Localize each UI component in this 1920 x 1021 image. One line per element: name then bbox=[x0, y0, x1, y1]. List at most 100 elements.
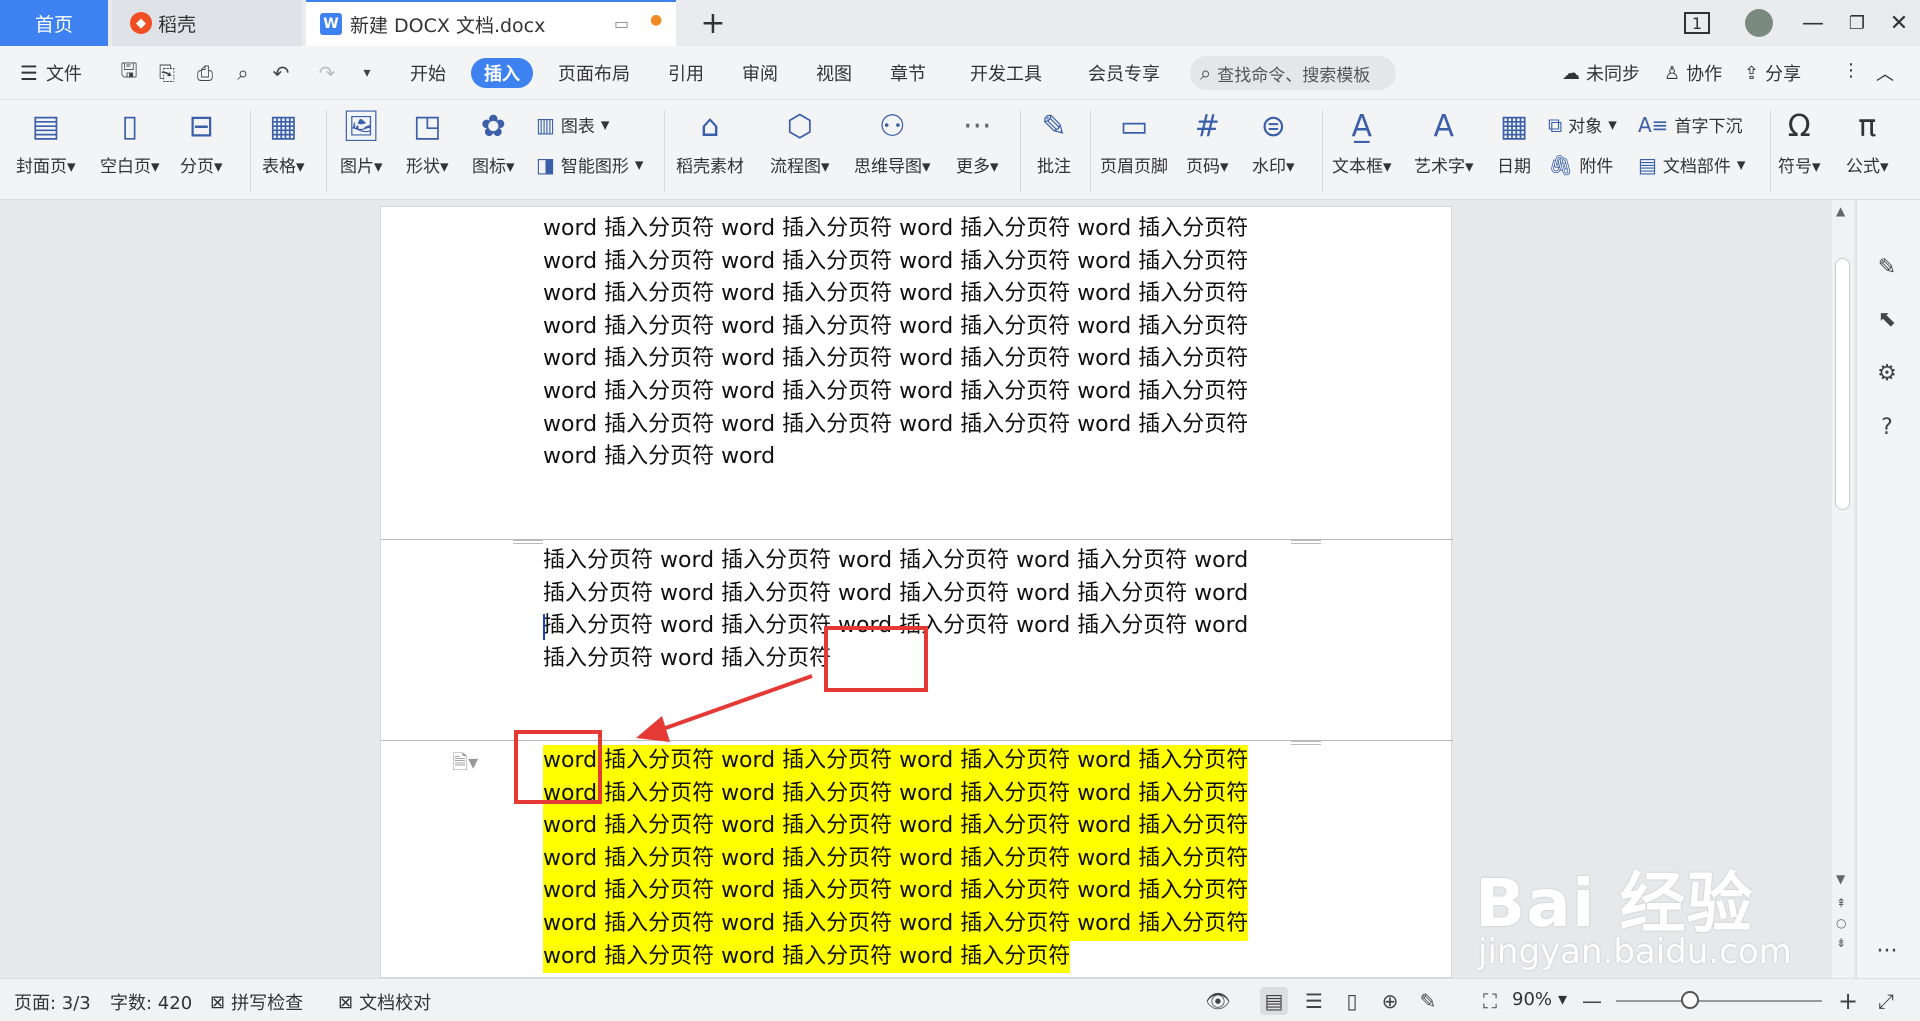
text-line[interactable]: word 插入分页符 word 插入分页符 word 插入分页符 word 插入… bbox=[543, 246, 1303, 279]
text-line[interactable]: 插入分页符 word 插入分页符 word 插入分页符 word 插入分页符 w… bbox=[543, 545, 1303, 578]
mindmap-button[interactable]: ⚇ 思维导图▾ bbox=[854, 106, 931, 178]
text-line[interactable]: word 插入分页符 word 插入分页符 word 插入分页符 word 插入… bbox=[543, 875, 1249, 908]
paragraph-block-3-highlighted[interactable]: word 插入分页符 word 插入分页符 word 插入分页符 word 插入… bbox=[543, 745, 1303, 974]
help-icon[interactable]: ? bbox=[1870, 410, 1904, 444]
print-preview-icon[interactable]: ⌕ bbox=[230, 60, 256, 86]
tab-document[interactable]: W 新建 DOCX 文档.docx ▭ ● bbox=[306, 0, 676, 46]
formula-button[interactable]: π 公式▾ bbox=[1846, 106, 1889, 178]
daoke-material-button[interactable]: ⌂ 稻壳素材 bbox=[676, 106, 744, 178]
tab-home[interactable]: 首页 bbox=[0, 0, 108, 46]
text-line[interactable]: 插入分页符 word 插入分页符 word 插入分页符 word 插入分页符 w… bbox=[543, 578, 1303, 611]
scroll-down-icon[interactable]: ▼ bbox=[1836, 872, 1845, 886]
icon-button[interactable]: ✿ 图标▾ bbox=[472, 106, 515, 178]
menu-chapter[interactable]: 章节 bbox=[890, 60, 926, 86]
collaborate-button[interactable]: ♙ 协作 bbox=[1664, 60, 1722, 86]
more-vertical-icon[interactable]: ⋮ bbox=[1842, 60, 1860, 81]
text-line[interactable]: word 插入分页符 word 插入分页符 word 插入分页符 word 插入… bbox=[543, 376, 1303, 409]
dropcap-button[interactable]: A≡ 首字下沉 bbox=[1638, 112, 1742, 138]
object-button[interactable]: ⧉ 对象 ▾ bbox=[1548, 112, 1617, 138]
menu-member[interactable]: 会员专享 bbox=[1088, 60, 1160, 86]
menu-start[interactable]: 开始 bbox=[410, 60, 446, 86]
save-icon[interactable]: 🖫 bbox=[116, 58, 142, 86]
sync-status[interactable]: ☁ 未同步 bbox=[1562, 60, 1640, 86]
select-browse-icon[interactable]: ○ bbox=[1836, 916, 1846, 930]
paragraph-block-1[interactable]: word 插入分页符 word 插入分页符 word 插入分页符 word 插入… bbox=[543, 213, 1303, 474]
window-count-icon[interactable]: 1 bbox=[1684, 12, 1710, 34]
menu-developer[interactable]: 开发工具 bbox=[970, 60, 1042, 86]
watermark-button[interactable]: ⊜ 水印▾ bbox=[1252, 106, 1295, 178]
menu-insert[interactable]: 插入 bbox=[471, 58, 533, 88]
avatar[interactable] bbox=[1744, 8, 1774, 38]
zoom-in-icon[interactable]: + bbox=[1834, 987, 1862, 1015]
text-line[interactable]: word 插入分页符 word 插入分页符 word 插入分页符 word 插入… bbox=[543, 311, 1303, 344]
picture-button[interactable]: 🖼 图片▾ bbox=[340, 106, 383, 178]
undo-icon[interactable]: ↶ bbox=[268, 60, 294, 86]
menu-page-layout[interactable]: 页面布局 bbox=[558, 60, 630, 86]
next-page-icon[interactable]: ⇟ bbox=[1836, 936, 1846, 950]
menu-view[interactable]: 视图 bbox=[816, 60, 852, 86]
page-view-icon[interactable]: ▤ bbox=[1260, 987, 1288, 1015]
close-icon[interactable]: ✕ bbox=[1884, 8, 1914, 38]
collapse-ribbon-icon[interactable]: ︿ bbox=[1876, 60, 1894, 86]
redo-icon[interactable]: ↷ bbox=[314, 60, 340, 86]
table-button[interactable]: ▦ 表格▾ bbox=[262, 106, 305, 178]
flowchart-button[interactable]: ⬡ 流程图▾ bbox=[770, 106, 830, 178]
command-search[interactable]: ⌕ 查找命令、搜索模板 bbox=[1190, 56, 1396, 90]
eye-protection-icon[interactable]: 👁 bbox=[1204, 987, 1232, 1015]
monitor-icon[interactable]: ▭ bbox=[614, 14, 629, 33]
date-button[interactable]: ▦ 日期 bbox=[1494, 106, 1534, 178]
textbox-button[interactable]: A̲ 文本框▾ bbox=[1332, 106, 1392, 178]
tab-daoke[interactable]: ◆ 稻壳 bbox=[112, 0, 302, 46]
outline-view-icon[interactable]: ☰ bbox=[1300, 987, 1328, 1015]
shape-button[interactable]: ◳ 形状▾ bbox=[406, 106, 449, 178]
scroll-top-icon[interactable]: ▲ bbox=[1836, 204, 1845, 218]
smartart-button[interactable]: ◨ 智能图形 ▾ bbox=[536, 152, 643, 178]
text-line[interactable]: word 插入分页符 word 插入分页符 word 插入分页符 word 插入… bbox=[543, 907, 1249, 941]
document-page[interactable]: word 插入分页符 word 插入分页符 word 插入分页符 word 插入… bbox=[380, 206, 1453, 978]
page-indicator[interactable]: 页面: 3/3 bbox=[14, 989, 91, 1015]
customize-toolbar-icon[interactable]: ▾ bbox=[354, 60, 380, 86]
text-line[interactable]: word 插入分页符 word 插入分页符 word 插入分页符 word 插入… bbox=[543, 278, 1303, 311]
edit-icon[interactable]: ✎ bbox=[1870, 250, 1904, 284]
menu-references[interactable]: 引用 bbox=[668, 60, 704, 86]
menu-review[interactable]: 审阅 bbox=[742, 60, 778, 86]
file-menu[interactable]: ☰ 文件 bbox=[20, 60, 82, 86]
fullscreen-icon[interactable]: ⤢ bbox=[1872, 987, 1900, 1015]
adjust-icon[interactable]: ⚙ bbox=[1870, 356, 1904, 390]
fit-page-icon[interactable]: ⛶ bbox=[1476, 987, 1504, 1015]
prev-page-icon[interactable]: ⇞ bbox=[1836, 896, 1846, 910]
word-count[interactable]: 字数: 420 bbox=[110, 989, 192, 1015]
zoom-slider-handle[interactable] bbox=[1681, 991, 1700, 1009]
share-button[interactable]: ⇪ 分享 bbox=[1744, 60, 1801, 86]
text-line[interactable]: word 插入分页符 word 插入分页符 word 插入分页符 word 插入… bbox=[543, 213, 1303, 246]
scrollbar-thumb[interactable] bbox=[1835, 258, 1850, 510]
page-break-button[interactable]: ⊟ 分页▾ bbox=[180, 106, 223, 178]
docpart-button[interactable]: ▤ 文档部件 ▾ bbox=[1638, 152, 1745, 178]
text-line[interactable]: word 插入分页符 word 插入分页符 word 插入分页符 word 插入… bbox=[543, 810, 1249, 843]
symbol-button[interactable]: Ω 符号▾ bbox=[1778, 106, 1821, 178]
more-button[interactable]: ··· 更多▾ bbox=[956, 106, 999, 178]
writing-mode-icon[interactable]: ✎ bbox=[1414, 987, 1442, 1015]
text-line[interactable]: word 插入分页符 word 插入分页符 word 插入分页符 word 插入… bbox=[543, 777, 1249, 811]
new-tab-button[interactable]: + bbox=[696, 6, 730, 41]
blank-page-button[interactable]: ▯ 空白页▾ bbox=[100, 106, 160, 178]
select-cursor-icon[interactable]: ⬉ bbox=[1870, 302, 1904, 336]
header-footer-button[interactable]: ▭ 页眉页脚 bbox=[1100, 106, 1168, 178]
minimize-icon[interactable]: — bbox=[1798, 8, 1828, 38]
chart-button[interactable]: ▥ 图表 ▾ bbox=[536, 112, 609, 138]
text-line[interactable]: word 插入分页符 word 插入分页符 word 插入分页符 word 插入… bbox=[543, 842, 1249, 876]
page-number-button[interactable]: # 页码▾ bbox=[1186, 106, 1229, 178]
proofread-button[interactable]: ⊠ 文档校对 bbox=[338, 989, 431, 1015]
text-line[interactable]: word 插入分页符 word 插入分页符 word 插入分页符 bbox=[543, 940, 1071, 974]
print-icon[interactable]: ⎙ bbox=[192, 60, 218, 86]
restore-icon[interactable]: ❐ bbox=[1842, 8, 1872, 38]
zoom-level[interactable]: 90% ▾ bbox=[1512, 989, 1567, 1010]
export-icon[interactable]: ⎘ bbox=[154, 60, 180, 86]
wordart-button[interactable]: A 艺术字▾ bbox=[1414, 106, 1474, 178]
comment-button[interactable]: ✎ 批注 bbox=[1034, 106, 1074, 178]
paragraph-options-icon[interactable]: 🗎▾ bbox=[452, 748, 478, 782]
cover-page-button[interactable]: ▤ 封面页▾ bbox=[16, 106, 76, 178]
reading-view-icon[interactable]: ▯ bbox=[1338, 987, 1366, 1015]
attachment-button[interactable]: 🖇 附件 bbox=[1548, 152, 1613, 178]
text-line[interactable]: word 插入分页符 word bbox=[543, 441, 1303, 474]
